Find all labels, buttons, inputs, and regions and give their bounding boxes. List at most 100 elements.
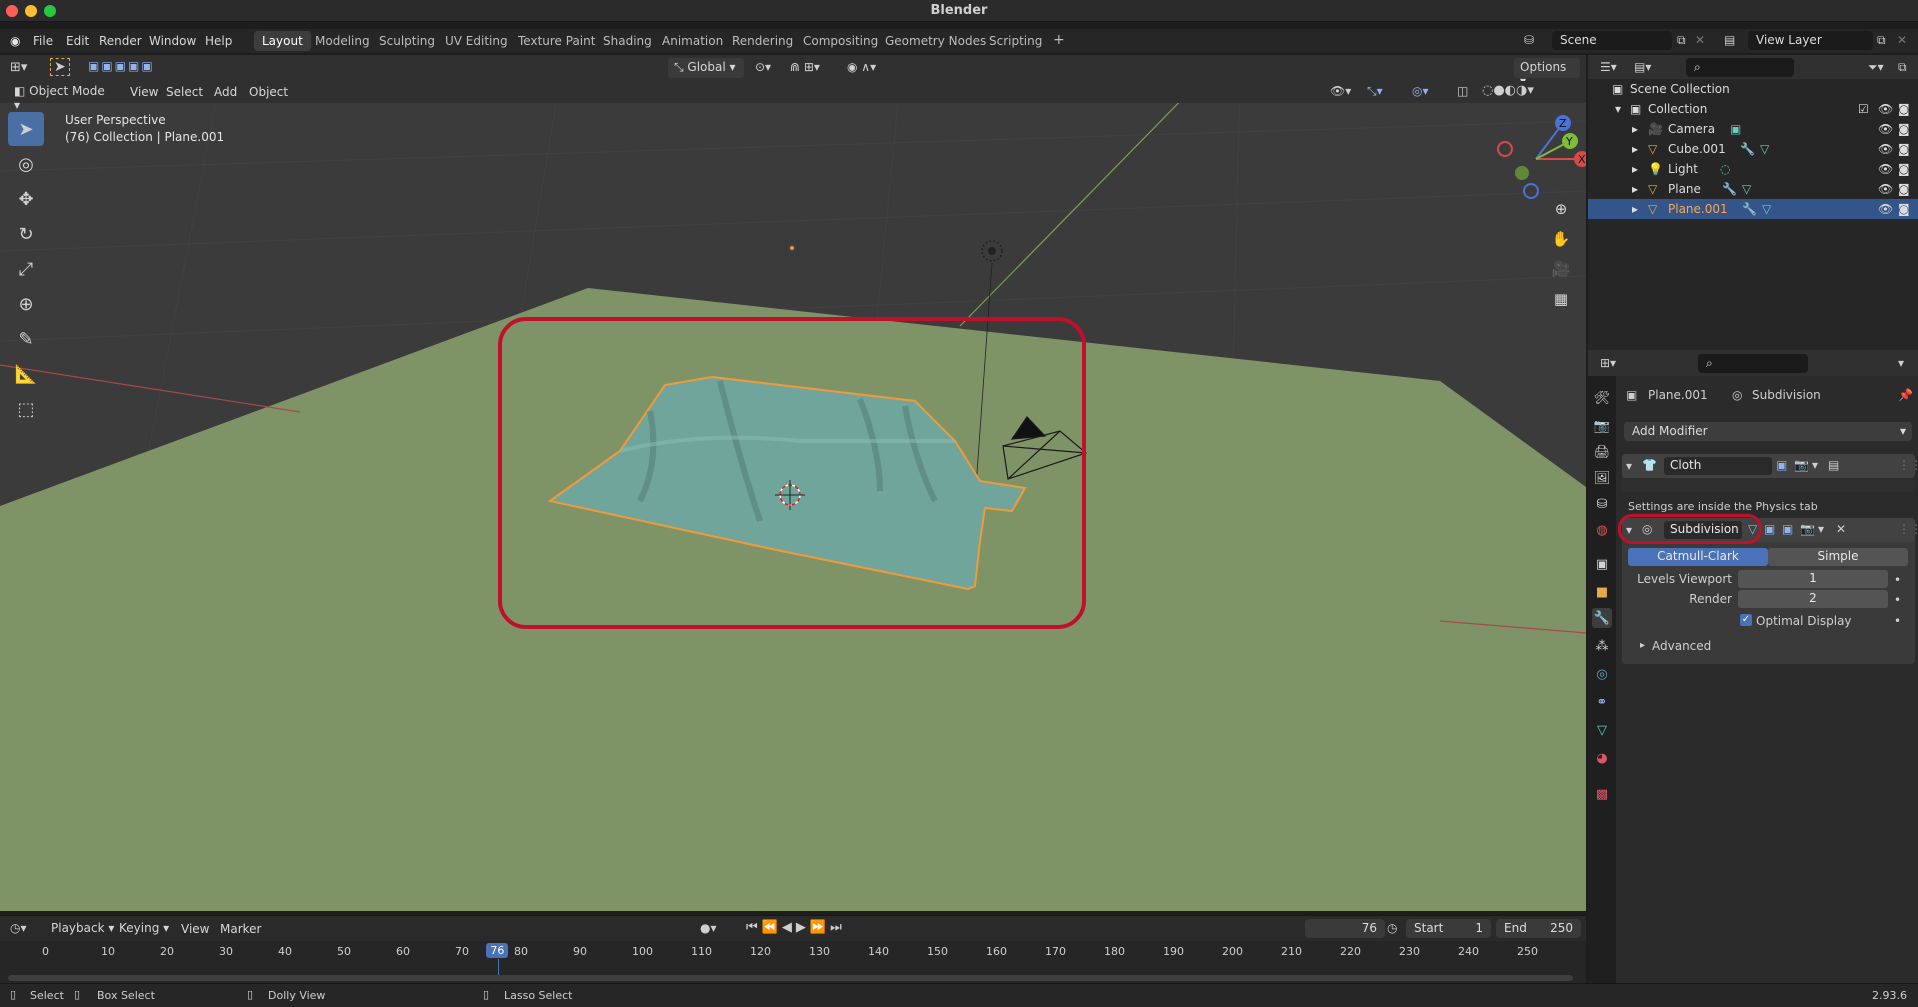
scene-selector[interactable]: Scene [1552,31,1672,50]
viewport-menu-object[interactable]: Object [243,83,294,101]
modifier-tab-icon[interactable]: 🔧 [1592,608,1612,628]
delete-view-layer-icon[interactable]: ✕ [1897,33,1907,47]
xray-icon[interactable]: ◫ [1457,84,1468,98]
outliner-row-plane[interactable]: ▸ ▽ Plane 🔧 ▽ 👁 ◙ [1588,179,1918,199]
keyframe-dot-icon[interactable]: • [1894,573,1901,587]
blender-logo-icon[interactable]: ◉ [4,32,26,50]
measure-tool-icon[interactable]: 📐 [8,357,44,391]
timeline-editor-icon[interactable]: ◷▾ [10,921,27,935]
outliner-row-plane001[interactable]: ▸ ▽ Plane.001 🔧 ▽ 👁 ◙ [1588,199,1918,219]
pan-hand-icon[interactable]: ✋ [1547,225,1575,253]
end-frame-field[interactable]: End 250 [1496,919,1581,938]
tool-tab-icon[interactable]: 🛠 [1592,388,1612,408]
scene-render[interactable] [0,81,1586,911]
camera-render-icon[interactable]: ◙ [1898,142,1910,156]
pivot-point-icon[interactable]: ⊙▾ [755,60,771,74]
cursor-tool-icon[interactable]: ◎ [8,147,44,181]
tab-compositing[interactable]: Compositing [795,31,886,51]
gizmo-toggle-icon[interactable]: ⤡▾ [1367,84,1383,99]
viewport-menu-select[interactable]: Select [160,83,209,101]
tab-modeling[interactable]: Modeling [307,31,378,51]
collection-tab-icon[interactable]: ▣ [1592,554,1612,574]
subdivision-modifier-header[interactable]: ▾ ◎ Subdivision ▽ ▣ ▣ 📷 ▾ ✕ ⋮⋮ [1618,514,1918,544]
new-collection-icon[interactable]: ⧉ [1898,60,1907,75]
ortho-grid-icon[interactable]: ▦ [1547,285,1575,313]
expand-icon[interactable]: ▸ [1640,640,1645,651]
overlay-toggle-icon[interactable]: ◎▾ [1412,84,1429,98]
render-toggle-icon[interactable]: 📷 [1794,458,1809,472]
editmode-toggle-icon[interactable]: ▣ [1776,458,1787,472]
eye-icon[interactable]: 👁 [1878,182,1893,196]
physics-toggle-icon[interactable]: ▤ [1828,458,1839,472]
clock-icon[interactable]: ◷ [1387,921,1397,935]
add-modifier-dropdown[interactable]: Add Modifier ▾ [1624,422,1912,441]
render-levels-field[interactable]: 2 [1738,590,1888,608]
transform-tool-icon[interactable]: ⊕ [8,287,44,321]
add-workspace-button[interactable]: + [1045,31,1073,51]
menu-edit[interactable]: Edit [60,32,95,50]
world-tab-icon[interactable]: ◍ [1592,520,1612,540]
neg-y-axis-icon[interactable] [1515,166,1529,180]
cloth-name-field[interactable]: Cloth [1664,457,1772,475]
snap-icon[interactable]: ⋒ ⊞▾ [790,60,820,74]
editmode-toggle-icon[interactable]: ▣ [1764,522,1775,536]
eye-icon[interactable]: 👁 [1878,102,1893,116]
drag-handle-icon[interactable]: ⋮⋮ [1898,458,1918,472]
eye-icon[interactable]: 👁 [1878,122,1893,136]
menu-help[interactable]: Help [199,32,238,50]
on-cage-toggle-icon[interactable]: ▽ [1748,522,1757,536]
drag-handle-icon[interactable]: ⋮⋮ [1898,522,1918,536]
outliner-search-input[interactable]: ⌕ [1686,58,1794,77]
timeline-view-menu[interactable]: View [175,920,215,938]
options-dropdown[interactable]: Options ▾ [1514,58,1580,88]
neg-z-axis-icon[interactable] [1523,183,1539,199]
view-layer-tab-icon[interactable]: 🖼 [1592,468,1612,488]
timeline-scrollbar[interactable] [8,975,1573,981]
remove-modifier-icon[interactable]: ✕ [1836,522,1846,536]
eye-icon[interactable]: 👁 [1878,202,1893,216]
timeline-marker-menu[interactable]: Marker [214,920,267,938]
outliner-row-light[interactable]: ▸ 💡 Light ◌ 👁 ◙ [1588,159,1918,179]
catmull-clark-button[interactable]: Catmull-Clark [1628,548,1768,566]
add-cube-tool-icon[interactable]: ⬚ [8,392,44,426]
optimal-display-checkbox[interactable]: ✓ [1740,614,1752,626]
neg-x-axis-icon[interactable] [1497,141,1513,157]
constraints-tab-icon[interactable]: ⚭ [1592,692,1612,712]
checkbox-icon[interactable]: ☑ [1858,102,1869,116]
playback-menu[interactable]: Playback ▾ [45,919,120,939]
scene-tab-icon[interactable]: ⛁ [1592,494,1612,514]
properties-editor-icon[interactable]: ⊞▾ [1600,356,1616,370]
axis-gizmo[interactable]: Z X Y [1490,111,1586,201]
object-tab-icon[interactable]: ■ [1592,582,1612,602]
camera-render-icon[interactable]: ◙ [1898,162,1910,176]
properties-search-input[interactable]: ⌕ [1698,354,1808,373]
transform-orientation-dropdown[interactable]: ⤡ Global ▾ [668,58,744,78]
eye-icon[interactable]: 👁 [1878,162,1893,176]
editor-type-icon[interactable]: ⊞▾ [10,60,27,75]
outliner-editor-icon[interactable]: ☰▾ [1600,60,1617,74]
rotate-tool-icon[interactable]: ↻ [8,217,44,251]
tab-shading[interactable]: Shading [595,31,660,51]
floor-plane[interactable] [0,288,1586,911]
camera-render-icon[interactable]: ◙ [1898,182,1910,196]
tab-rendering[interactable]: Rendering [724,31,801,51]
new-view-layer-icon[interactable]: ⧉ [1877,33,1886,48]
timeline-ruler[interactable]: 0 10 20 30 40 50 60 70 76 80 90 100 110 120 130 140 150 1… [0,941,1586,987]
viewport-menu-view[interactable]: View [124,83,164,101]
render-toggle-icon[interactable]: 📷 [1800,522,1815,536]
move-tool-icon[interactable]: ✥ [8,182,44,216]
tab-animation[interactable]: Animation [654,31,731,51]
camera-render-icon[interactable]: ◙ [1898,202,1910,216]
keying-menu[interactable]: Keying ▾ [113,919,175,939]
shading-modes-icon[interactable]: ◌●◐◑▾ [1482,83,1534,98]
filter-icon[interactable]: ⏷▾ [1868,60,1884,75]
outliner-row-camera[interactable]: ▸ 🎥 Camera ▣ 👁 ◙ [1588,119,1918,139]
camera-render-icon[interactable]: ◙ [1898,122,1910,136]
3d-viewport[interactable]: ➤ ◎ ✥ ↻ ⤢ ⊕ ✎ 📐 ⬚ User Perspective (76) … [0,81,1586,911]
physics-tab-icon[interactable]: ◎ [1592,664,1612,684]
tab-texture-paint[interactable]: Texture Paint [510,31,603,51]
current-frame-marker[interactable]: 76 [486,943,509,958]
keyframe-dot-icon[interactable]: • [1894,614,1901,628]
select-tool-icon[interactable]: ➤ [50,58,70,76]
camera-view-icon[interactable]: 🎥 [1547,255,1575,283]
